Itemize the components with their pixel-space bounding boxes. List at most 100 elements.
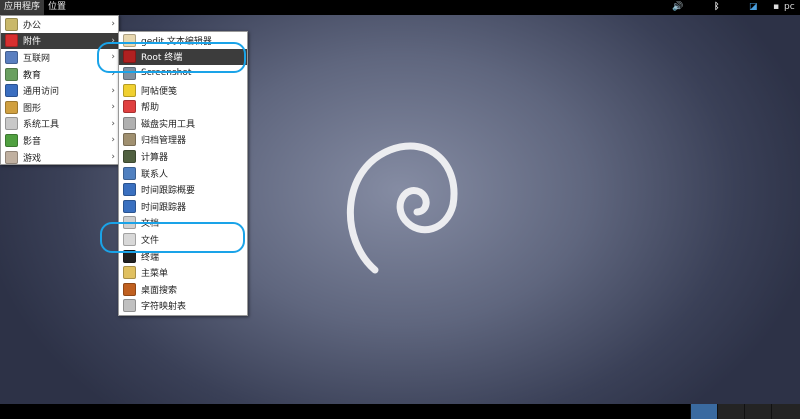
menu-item[interactable]: 影音 ›	[1, 132, 118, 149]
chevron-right-icon: ›	[111, 152, 115, 163]
chevron-right-icon: ›	[111, 135, 115, 146]
places-menu-button[interactable]: 位置	[44, 0, 70, 15]
workspace-1[interactable]	[690, 404, 717, 419]
accessories-submenu: gedit 文本编辑器 Root 终端 Screenshot 阿帖便笺帮助磁盘实用工具…	[118, 31, 248, 316]
chevron-right-icon: ›	[111, 85, 115, 96]
menu-item[interactable]: 附件 ›	[1, 32, 118, 50]
menu-item[interactable]: 阿帖便笺	[119, 82, 247, 99]
menu-item-label: 系统工具	[23, 120, 60, 131]
time-tracker-overview-icon	[123, 183, 136, 197]
help-icon	[123, 100, 136, 114]
workspace-4[interactable]	[771, 404, 800, 419]
menu-item[interactable]: 时间跟踪器	[119, 198, 247, 215]
menu-item[interactable]: 磁盘实用工具	[119, 115, 247, 132]
gedit-icon	[123, 33, 136, 47]
clock[interactable]: 4月4日星期六 19:56	[357, 2, 442, 12]
bluetooth-icon[interactable]: ᛒ	[714, 0, 719, 15]
menu-item[interactable]: 互联网 ›	[1, 49, 118, 66]
chevron-right-icon: ›	[111, 69, 115, 80]
accessibility-icon	[5, 84, 18, 98]
root-terminal-icon	[123, 50, 136, 64]
menu-item-label: 互联网	[23, 53, 51, 64]
chevron-right-icon: ›	[111, 35, 115, 46]
user-name[interactable]: pc	[784, 0, 795, 15]
contacts-icon	[123, 166, 136, 180]
menu-item-label: 字符映射表	[141, 302, 187, 313]
menu-item[interactable]: 计算器	[119, 148, 247, 165]
menu-item-label: 通用访问	[23, 87, 60, 98]
menu-item[interactable]: 帮助	[119, 98, 247, 115]
menu-item-label: 计算器	[141, 152, 169, 163]
chevron-right-icon: ›	[111, 19, 115, 30]
menu-item-label: 办公	[23, 20, 42, 31]
character-map-icon	[123, 299, 136, 313]
applications-menu: 办公 › 附件 › 互联网 › 教育 › 通用访问 › 图形 › 系统工具 › 影音 › 游戏 ›	[0, 15, 119, 165]
menu-item[interactable]: gedit 文本编辑器	[119, 32, 247, 49]
chat-icon[interactable]: ▪	[773, 0, 779, 15]
disk-utility-icon	[123, 116, 136, 130]
menu-item-label: 附件	[23, 37, 42, 48]
menu-item[interactable]: 归档管理器	[119, 132, 247, 149]
multimedia-icon	[5, 133, 18, 147]
time-tracker-icon	[123, 199, 136, 213]
menu-item[interactable]: 文档	[119, 215, 247, 232]
menu-item[interactable]: 时间跟踪概要	[119, 181, 247, 198]
documents-icon	[123, 216, 136, 230]
menu-item-label: 影音	[23, 136, 42, 147]
menu-item-label: 磁盘实用工具	[141, 119, 196, 130]
menu-item[interactable]: Screenshot	[119, 65, 247, 82]
menu-item[interactable]: 终端	[119, 248, 247, 265]
menu-item[interactable]: 字符映射表	[119, 298, 247, 315]
chevron-right-icon: ›	[111, 102, 115, 113]
system-tools-icon	[5, 117, 18, 131]
menu-item-label: Screenshot	[141, 68, 192, 79]
chevron-right-icon: ›	[111, 118, 115, 129]
menu-item-label: Root 终端	[141, 53, 183, 64]
menu-item[interactable]: 图形 ›	[1, 99, 118, 116]
accessories-icon	[5, 34, 18, 48]
menu-item[interactable]: 通用访问 ›	[1, 82, 118, 99]
terminal-icon	[123, 249, 136, 263]
menu-item-label: 阿帖便笺	[141, 86, 178, 97]
menu-item[interactable]: 系统工具 ›	[1, 116, 118, 133]
menu-item-label: 时间跟踪器	[141, 202, 187, 213]
menu-item[interactable]: 教育 ›	[1, 66, 118, 83]
applications-menu-button[interactable]: 应用程序	[0, 0, 45, 15]
chevron-right-icon: ›	[111, 52, 115, 63]
files-icon	[123, 232, 136, 246]
menu-item-label: 帮助	[141, 103, 160, 114]
menu-item[interactable]: 办公 ›	[1, 16, 118, 33]
sticky-notes-icon	[123, 83, 136, 97]
menu-item[interactable]: Root 终端	[119, 48, 247, 66]
menu-item-label: 游戏	[23, 153, 42, 164]
menu-item[interactable]: 主菜单	[119, 264, 247, 281]
volume-icon[interactable]: 🔊	[672, 0, 683, 15]
menu-item[interactable]: 文件	[119, 231, 247, 248]
menu-item[interactable]: 桌面搜索	[119, 281, 247, 298]
menu-item-label: 时间跟踪概要	[141, 186, 196, 197]
menu-item[interactable]: 联系人	[119, 165, 247, 182]
menu-item-label: 归档管理器	[141, 136, 187, 147]
graphics-icon	[5, 100, 18, 114]
screenshot-icon	[123, 66, 136, 80]
menu-item[interactable]: 游戏 ›	[1, 149, 118, 166]
desktop-search-icon	[123, 282, 136, 296]
bottom-panel	[0, 404, 800, 419]
menu-item-label: 教育	[23, 70, 42, 81]
menu-item-label: 主菜单	[141, 269, 169, 280]
menu-item-label: 桌面搜索	[141, 285, 178, 296]
network-icon[interactable]: ◪	[749, 0, 758, 15]
education-icon	[5, 67, 18, 81]
debian-swirl-logo	[346, 142, 458, 274]
menu-item-label: 联系人	[141, 169, 169, 180]
menu-item-label: 图形	[23, 103, 42, 114]
menu-item-label: gedit 文本编辑器	[141, 36, 212, 47]
main-menu-icon	[123, 266, 136, 280]
archive-manager-icon	[123, 133, 136, 147]
workspace-2[interactable]	[717, 404, 744, 419]
office-icon	[5, 17, 18, 31]
calculator-icon	[123, 149, 136, 163]
games-icon	[5, 150, 18, 164]
workspace-3[interactable]	[744, 404, 771, 419]
internet-icon	[5, 50, 18, 64]
